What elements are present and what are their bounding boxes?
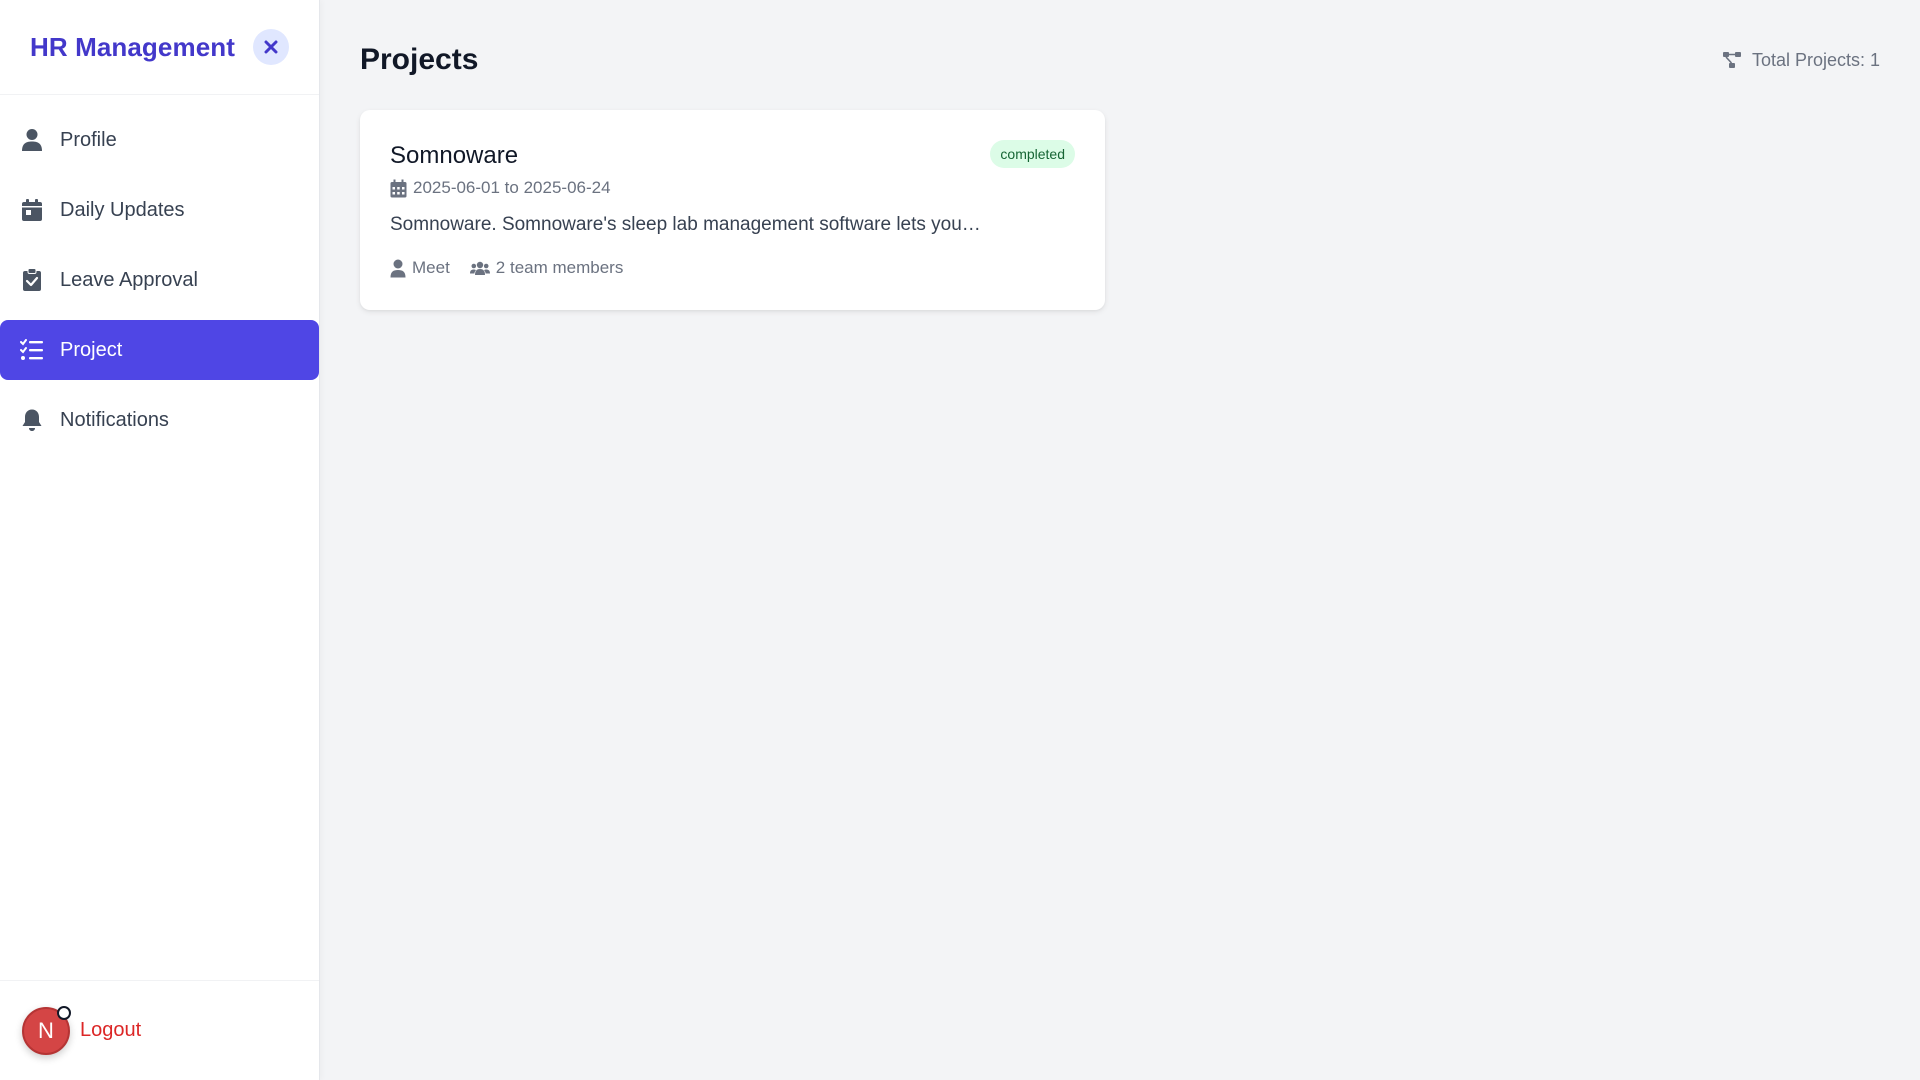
clipboard-check-icon [20,268,44,292]
sidebar-item-daily-updates[interactable]: Daily Updates [0,180,319,240]
sidebar-item-notifications[interactable]: Notifications [0,390,319,450]
sidebar: HR Management Profile Daily Updates Leav… [0,0,320,1080]
project-description: Somnoware. Somnoware's sleep lab managem… [390,214,981,235]
avatar[interactable]: N [22,1005,71,1055]
sidebar-item-label: Notifications [60,408,169,431]
project-diagram-icon [1722,51,1742,69]
main-content: Projects Total Projects: 1 Somnoware com… [320,0,1920,1080]
sidebar-item-profile[interactable]: Profile [0,110,319,170]
page-title: Projects [360,43,479,76]
avatar-initial: N [38,1017,54,1043]
sidebar-nav: Profile Daily Updates Leave Approval Pro… [0,95,319,980]
project-owner-name: Meet [412,258,450,277]
logout-button[interactable]: Logout [80,1019,141,1042]
project-name: Somnoware [390,142,519,169]
main-header: Projects Total Projects: 1 [360,40,1880,80]
calendar-icon [20,198,44,222]
status-badge: completed [990,140,1075,168]
total-projects: Total Projects: 1 [1722,50,1880,71]
sidebar-item-project[interactable]: Project [0,320,319,380]
sidebar-item-label: Leave Approval [60,268,198,291]
sidebar-item-label: Profile [60,128,117,151]
sidebar-item-label: Daily Updates [60,198,185,221]
project-dates: 2025-06-01 to 2025-06-24 [390,178,1075,198]
project-team: 2 team members [469,258,624,278]
user-icon [20,128,44,152]
project-meta: Meet 2 team members [390,258,1075,278]
list-check-icon [20,338,44,362]
sidebar-item-leave-approval[interactable]: Leave Approval [0,250,319,310]
user-icon [390,259,406,278]
project-dates-text: 2025-06-01 to 2025-06-24 [413,178,611,197]
project-team-count: 2 team members [495,258,624,277]
close-sidebar-button[interactable] [253,29,289,65]
app-root: HR Management Profile Daily Updates Leav… [0,0,1920,1080]
avatar-status-dot [57,1005,71,1020]
sidebar-footer: N Logout [0,980,319,1080]
project-card-header: Somnoware completed [390,140,1075,170]
project-card[interactable]: Somnoware completed 2025-06-01 to 2025-0… [360,110,1105,310]
brand-title: HR Management [30,31,235,62]
total-projects-label: Total Projects: 1 [1751,49,1880,70]
project-owner: Meet [390,258,450,278]
sidebar-item-label: Project [60,338,123,361]
close-icon [264,40,278,54]
calendar-icon [390,179,407,198]
bell-icon [20,408,44,432]
users-icon [469,260,490,276]
sidebar-header: HR Management [0,0,319,95]
